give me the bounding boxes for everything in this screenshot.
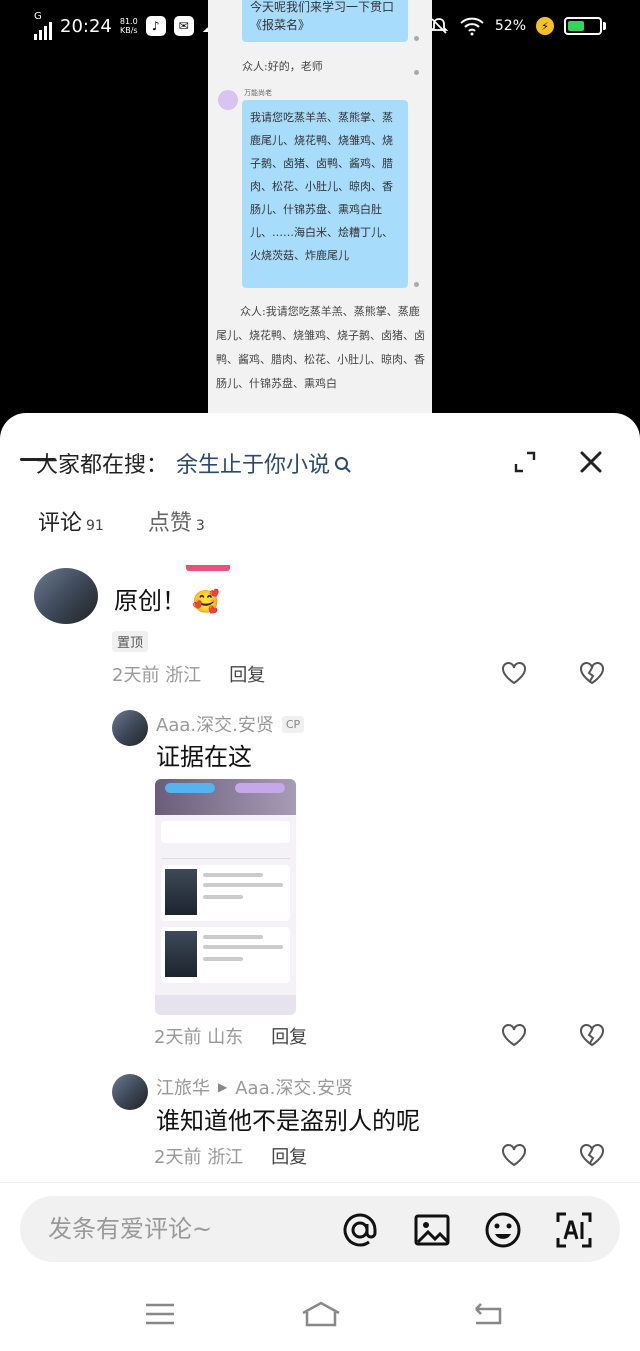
- tab-likes[interactable]: 点赞 3: [148, 505, 205, 537]
- author-badge: [186, 565, 230, 571]
- comment-author[interactable]: 江旅华 ▶ Aaa.深交.安贤: [156, 1074, 353, 1100]
- back-icon[interactable]: [470, 1299, 506, 1329]
- image-icon[interactable]: [412, 1210, 452, 1250]
- signal-icon: [34, 22, 52, 40]
- charging-icon: ⚡: [536, 17, 554, 35]
- avatar[interactable]: [112, 710, 148, 746]
- mention-icon[interactable]: [340, 1210, 380, 1250]
- read-dot: [414, 70, 419, 75]
- home-icon[interactable]: [300, 1299, 342, 1329]
- reply-button[interactable]: 回复: [271, 1023, 307, 1049]
- mail-icon: ✉: [173, 16, 194, 36]
- tiktok-icon: ♪: [145, 16, 166, 36]
- avatar[interactable]: [34, 568, 98, 624]
- comment-meta: 2天前 浙江 回复: [154, 1143, 307, 1169]
- heart-icon[interactable]: [501, 661, 527, 685]
- comment-text: 原创！ 🥰: [114, 587, 220, 615]
- close-icon[interactable]: [578, 449, 604, 475]
- status-time: 20:24: [60, 15, 112, 37]
- comment-author[interactable]: Aaa.深交.安贤 CP: [156, 711, 305, 737]
- search-icon[interactable]: [334, 456, 352, 474]
- battery-percent: 52%: [494, 18, 526, 34]
- expand-icon[interactable]: [514, 451, 536, 473]
- comment-list: 原创！ 🥰 置顶 2天前 浙江 回复 Aaa.深交.安贤 CP 证据在这 2天前 …: [0, 565, 640, 1183]
- net-speed: 81.0 KB/s: [119, 17, 138, 35]
- avatar[interactable]: [112, 1074, 148, 1110]
- hug-emoji: 🥰: [192, 590, 220, 615]
- comment-text: 证据在这: [156, 743, 252, 771]
- comment-meta: 2天前 浙江 回复: [112, 661, 265, 687]
- comment-input[interactable]: [48, 1212, 308, 1246]
- reply-button[interactable]: 回复: [229, 661, 265, 687]
- novel-paragraph: 众人:我请您吃蒸羊羔、蒸熊掌、蒸鹿尾儿、烧花鸭、烧雏鸡、烧子鹅、卤猪、卤鸭、酱鸡…: [216, 305, 425, 390]
- heart-icon[interactable]: [501, 1023, 527, 1047]
- ai-icon[interactable]: [554, 1210, 594, 1250]
- wifi-icon: [460, 17, 484, 36]
- broken-heart-icon[interactable]: [579, 1143, 605, 1167]
- speaker-name: 万能尚老: [244, 89, 272, 97]
- comment-text: 谁知道他不是盗别人的呢: [156, 1107, 420, 1135]
- comment-input-bar: [20, 1196, 620, 1262]
- novel-line: 众人:好的，老师: [242, 60, 323, 73]
- comment-tabs: 评论 91 点赞 3: [38, 505, 205, 537]
- read-dot: [414, 36, 419, 41]
- system-nav-bar: [0, 1283, 640, 1351]
- trending-prefix: 大家都在搜：: [36, 453, 169, 478]
- comment-sheet: 大家都在搜： 余生止于你小说 评论 91 点赞 3 原创！ 🥰 置顶 2天前 浙江 回…: [0, 413, 640, 1351]
- reply-to-author[interactable]: Aaa.深交.安贤: [235, 1074, 353, 1100]
- heart-icon[interactable]: [501, 1143, 527, 1167]
- network-label: G: [34, 11, 42, 22]
- reply-button[interactable]: 回复: [271, 1143, 307, 1169]
- emoji-icon[interactable]: [483, 1210, 523, 1250]
- reply-arrow-icon: ▶: [218, 1080, 228, 1094]
- battery-icon: [564, 17, 606, 35]
- chat-bubble: 我请您吃蒸羊羔、蒸熊掌、蒸鹿尾儿、烧花鸭、烧雏鸡、烧子鹅、卤猪、卤鸭、酱鸡、腊肉…: [242, 100, 408, 288]
- trending-search[interactable]: 大家都在搜： 余生止于你小说: [36, 443, 606, 483]
- comment-meta: 2天前 山东 回复: [154, 1023, 307, 1049]
- divider: [0, 1182, 640, 1183]
- active-tab-indicator: [20, 458, 56, 461]
- chat-bubble: 今天呢我们来学习一下贯口《报菜名》: [242, 0, 408, 42]
- tab-comments[interactable]: 评论 91: [38, 505, 104, 537]
- broken-heart-icon[interactable]: [579, 661, 605, 685]
- read-dot: [414, 282, 419, 287]
- speaker-avatar: [218, 90, 238, 110]
- menu-icon[interactable]: [142, 1299, 178, 1329]
- pinned-badge: 置顶: [112, 631, 149, 652]
- cp-badge: CP: [281, 715, 305, 733]
- novel-page: 今天呢我们来学习一下贯口《报菜名》 众人:好的，老师 万能尚老 我请您吃蒸羊羔、…: [208, 0, 432, 420]
- like-count: 3: [195, 518, 205, 534]
- comment-image[interactable]: [155, 779, 296, 1015]
- comment-count: 91: [86, 518, 104, 534]
- broken-heart-icon[interactable]: [579, 1023, 605, 1047]
- trending-term[interactable]: 余生止于你小说: [176, 447, 330, 479]
